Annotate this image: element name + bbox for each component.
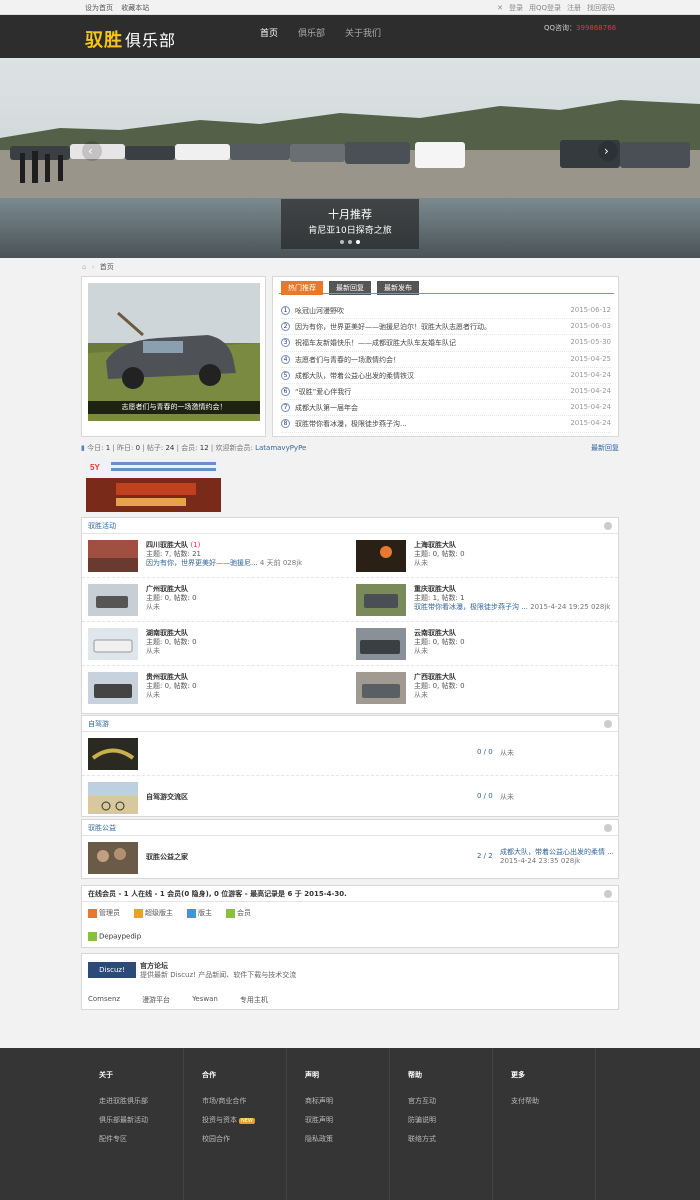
collapse-icon[interactable] [604,890,612,898]
news-box: 热门推荐 最新回复 最新发布 1 吆冠山河漫野吹 2015-06-12 2 因为有你，… [272,276,619,437]
forgot-password-link[interactable]: 找回密码 [587,3,615,13]
chevron-left-icon: ‹ [88,144,93,158]
news-list: 1 吆冠山河漫野吹 2015-06-12 2 因为有你，世界更美好——驰援尼泊尔！驭胜… [281,303,611,433]
featured-box: 志愿者们与青春的一场激情约会！ [81,276,266,437]
list-item[interactable]: 3 祝福车友新婚快乐！——成都驭胜大队车友婚车队记 2015-05-30 [281,335,611,352]
discuz-logo[interactable]: Discuz! [88,962,136,978]
qq-login-link[interactable]: 用QQ登录 [529,3,561,13]
register-link[interactable]: 注册 [567,3,581,13]
site-header: 驭胜 俱乐部 首页 俱乐部 关于我们 QQ咨询：399868766 [0,15,700,58]
forum-icon[interactable] [88,782,138,814]
section-activity-header: 驭胜活动 [82,518,618,534]
site-footer: 关于 走进驭胜俱乐部 俱乐部最新活动 配件专区 合作 市场/商业合作 投资与资本… [0,1048,700,1200]
banner-image: ‹ › 十月推荐 肯尼亚10日探奇之旅 [0,58,700,258]
footer-col-more: 更多 支付帮助 [493,1048,596,1200]
nav-club[interactable]: 俱乐部 [298,26,325,39]
forum-icon[interactable] [88,540,138,572]
banner-dot-2[interactable] [348,240,352,244]
section-selfdrive-header: 自驾游 [82,716,618,732]
list-item[interactable]: 1 吆冠山河漫野吹 2015-06-12 [281,303,611,320]
member-icon [226,908,235,918]
banner-dot-3[interactable] [356,240,360,244]
member-icon [88,932,97,941]
qq-consult: QQ咨询：399868766 [544,24,617,32]
breadcrumb: ⌂ › 首页 [82,263,114,271]
forum-icon[interactable] [356,628,406,660]
ad-banner[interactable]: 5Y [86,458,221,512]
stats-icon: ▮ [81,444,85,452]
footer-col-help: 帮助 官方互动 防骗说明 联络方式 [390,1048,493,1200]
collapse-icon[interactable] [604,522,612,530]
list-item[interactable]: 7 成都大队第一届年会 2015-04-24 [281,400,611,417]
footer-col-about: 关于 走进驭胜俱乐部 俱乐部最新活动 配件专区 [81,1048,184,1200]
mod-icon [187,908,196,918]
section-selfdrive: 自驾游 0 / 0 从未 自驾游交流区 0 / 0 从未 [81,715,619,817]
list-item[interactable]: 8 驭胜带你看冰瀑，极限徒步燕子沟... 2015-04-24 [281,416,611,433]
link-manyou[interactable]: 漫游平台 [142,995,170,1005]
section-charity-header: 驭胜公益 [82,820,618,836]
forum-icon[interactable] [356,672,406,704]
link-host[interactable]: 专用主机 [240,995,268,1005]
online-header: 在线会员 - 1 人在线 - 1 会员(0 隐身), 0 位游客 - 最高记录是… [82,886,618,902]
nav-about[interactable]: 关于我们 [345,26,381,39]
admin-icon [88,908,97,918]
qq-number[interactable]: 399868766 [576,24,616,32]
nav-home[interactable]: 首页 [260,26,278,39]
featured-caption[interactable]: 志愿者们与青春的一场激情约会！ [88,401,260,414]
site-logo[interactable]: 驭胜 俱乐部 [85,26,176,52]
section-charity: 驭胜公益 驭胜公益之家 2 / 2 成都大队，带着公益心出发的柔情 ... 20… [81,819,619,879]
friend-links: Discuz! 官方论坛 提供最新 Discuz! 产品新闻、软件下载与技术交流… [81,953,619,1010]
hero-banner: ‹ › 十月推荐 肯尼亚10日探奇之旅 [0,58,700,258]
collapse-icon[interactable] [604,824,612,832]
forum-icon[interactable] [88,584,138,616]
new-badge: NEW [239,1118,255,1124]
table-row: 湖南驭胜大队 主题: 0, 帖数: 0 从未 云南驭胜大队 主题: 0, 帖数:… [82,622,618,666]
table-row: 0 / 0 从未 [82,732,618,776]
main-nav: 首页 俱乐部 关于我们 [260,26,401,39]
forum-icon[interactable] [88,738,138,770]
link-yeswan[interactable]: Yeswan [192,995,218,1005]
collapse-icon[interactable] [604,720,612,728]
forum-icon[interactable] [88,672,138,704]
link-comsenz[interactable]: Comsenz [88,995,120,1005]
tab-underline [279,293,614,294]
home-icon[interactable]: ⌂ [82,263,86,271]
banner-title: 十月推荐 [328,207,372,221]
forum-icon[interactable] [88,842,138,874]
section-activity: 驭胜活动 四川驭胜大队 (1) 主题: 7, 帖数: 21 因为有你，世界更美好… [81,517,619,714]
banner-dot-1[interactable] [340,240,344,244]
list-item[interactable]: 4 志愿者们与青春的一场激情约会！ 2015-04-25 [281,352,611,368]
login-icon: ✕ [497,4,503,12]
online-user[interactable]: Depaypedip [88,932,141,941]
latest-reply-link[interactable]: 最新回复 [591,443,619,453]
super-mod-icon [134,908,143,918]
forum-stats: ▮ 今日: 1 | 昨日: 0 | 帖子: 24 | 会员: 12 | 欢迎新会… [81,443,619,453]
footer-col-statement: 声明 商标声明 驭胜声明 隐私政策 [287,1048,390,1200]
table-row: 驭胜公益之家 2 / 2 成都大队，带着公益心出发的柔情 ... 2015-4-… [82,836,618,880]
breadcrumb-home[interactable]: 首页 [100,263,114,271]
chevron-right-icon: › [604,144,609,158]
new-member-link[interactable]: LatamavyPyPe [255,444,306,452]
table-row: 自驾游交流区 0 / 0 从未 [82,776,618,820]
forum-icon[interactable] [88,628,138,660]
list-item[interactable]: 6 “驭胜”爱心伴我行 2015-04-24 [281,384,611,401]
online-legend: 管理员 超级版主 版主 会员 [82,902,618,924]
list-item[interactable]: 5 成都大队，带着公益心出发的柔情铁汉 2015-04-24 [281,368,611,384]
top-bar: 设为首页 收藏本站 ✕ 登录 用QQ登录 注册 找回密码 [0,0,700,15]
set-home-link[interactable]: 设为首页 [85,4,113,12]
banner-subtitle[interactable]: 肯尼亚10日探奇之旅 [308,224,391,236]
footer-col-coop: 合作 市场/商业合作 投资与资本 NEW 校园合作 [184,1048,287,1200]
table-row: 四川驭胜大队 (1) 主题: 7, 帖数: 21 因为有你，世界更美好——驰援尼… [82,534,618,578]
forum-icon[interactable] [356,540,406,572]
table-row: 贵州驭胜大队 主题: 0, 帖数: 0 从未 广西驭胜大队 主题: 0, 帖数:… [82,666,618,710]
list-item[interactable]: 2 因为有你，世界更美好——驰援尼泊尔！驭胜大队志愿者行动。 2015-06-03 [281,319,611,336]
forum-icon[interactable] [356,584,406,616]
table-row: 广州驭胜大队 主题: 0, 帖数: 0 从未 重庆驭胜大队 主题: 1, 帖数:… [82,578,618,622]
online-members: 在线会员 - 1 人在线 - 1 会员(0 隐身), 0 位游客 - 最高记录是… [81,885,619,948]
bookmark-link[interactable]: 收藏本站 [121,4,149,12]
login-link[interactable]: 登录 [509,3,523,13]
svg-text:5Y: 5Y [90,463,100,472]
